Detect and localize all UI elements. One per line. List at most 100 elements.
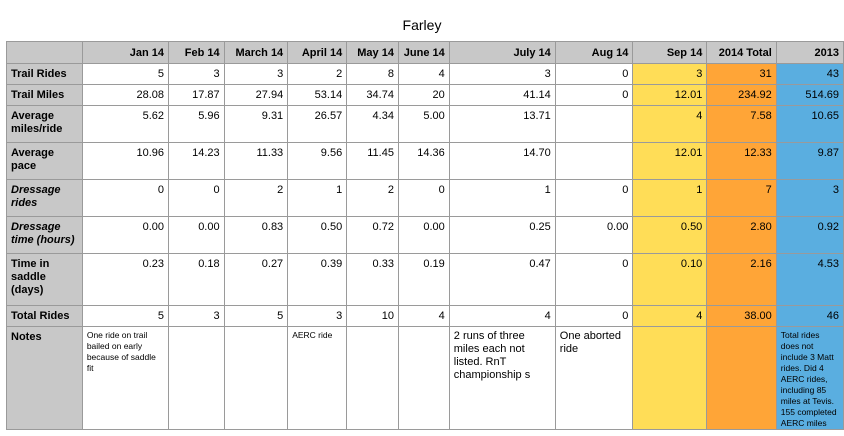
table-cell[interactable]: 0.33 [346,253,399,306]
table-cell[interactable]: 3 [448,63,556,85]
table-cell[interactable]: 46 [775,305,844,327]
table-cell[interactable]: 234.92 [706,84,777,106]
table-cell[interactable]: 0.00 [168,216,225,254]
table-cell[interactable]: 5.62 [81,105,170,143]
note-cell[interactable] [223,326,289,430]
table-cell[interactable]: 3 [168,305,225,327]
table-cell[interactable]: 0.50 [632,216,708,254]
note-cell[interactable]: Total rides does not include 3 Matt ride… [775,326,844,430]
table-cell[interactable] [554,142,634,180]
table-cell[interactable]: 14.23 [168,142,225,180]
table-cell[interactable]: 0.19 [397,253,450,306]
table-cell[interactable]: 7.58 [706,105,777,143]
header-march[interactable]: March 14 [223,41,289,64]
table-cell[interactable]: 4 [397,305,450,327]
table-cell[interactable]: 3 [168,63,225,85]
table-cell[interactable]: 4.53 [775,253,844,306]
table-cell[interactable]: 5 [223,305,289,327]
table-cell[interactable]: 14.36 [397,142,450,180]
table-cell[interactable]: 20 [397,84,450,106]
header-2013[interactable]: 2013 [775,41,844,64]
note-cell[interactable]: 2 runs of three miles each not listed. R… [448,326,556,430]
note-cell[interactable] [632,326,708,430]
table-cell[interactable]: 9.87 [775,142,844,180]
table-cell[interactable]: 26.57 [287,105,348,143]
table-cell[interactable]: 31 [706,63,777,85]
header-may[interactable]: May 14 [346,41,399,64]
table-cell[interactable]: 3 [632,63,708,85]
table-cell[interactable]: 0 [397,179,450,217]
table-cell[interactable]: 10 [346,305,399,327]
note-cell[interactable] [346,326,399,430]
table-cell[interactable]: 12.01 [632,142,708,180]
table-cell[interactable]: 0 [554,63,634,85]
table-cell[interactable]: 0 [168,179,225,217]
table-cell[interactable]: 12.01 [632,84,708,106]
table-cell[interactable]: 1 [632,179,708,217]
table-cell[interactable]: 38.00 [706,305,777,327]
table-cell[interactable]: 4 [632,105,708,143]
table-cell[interactable]: 0.39 [287,253,348,306]
header-june[interactable]: June 14 [397,41,450,64]
table-cell[interactable]: 13.71 [448,105,556,143]
table-cell[interactable]: 27.94 [223,84,289,106]
table-cell[interactable]: 2 [223,179,289,217]
table-cell[interactable]: 17.87 [168,84,225,106]
table-cell[interactable]: 0.00 [397,216,450,254]
table-cell[interactable]: 4.34 [346,105,399,143]
table-cell[interactable]: 0 [81,179,170,217]
table-cell[interactable]: 4 [397,63,450,85]
note-cell[interactable]: One aborted ride [554,326,634,430]
table-cell[interactable]: 9.31 [223,105,289,143]
note-cell[interactable]: One ride on trail bailed on early becaus… [81,326,170,430]
table-cell[interactable]: 3 [287,305,348,327]
table-cell[interactable]: 3 [223,63,289,85]
table-cell[interactable]: 41.14 [448,84,556,106]
header-july[interactable]: July 14 [448,41,556,64]
table-cell[interactable]: 1 [448,179,556,217]
table-cell[interactable]: 0.72 [346,216,399,254]
table-cell[interactable]: 0.27 [223,253,289,306]
table-cell[interactable]: 3 [775,179,844,217]
table-cell[interactable]: 8 [346,63,399,85]
table-cell[interactable]: 9.56 [287,142,348,180]
table-cell[interactable]: 4 [448,305,556,327]
header-aug[interactable]: Aug 14 [554,41,634,64]
table-cell[interactable]: 1 [287,179,348,217]
table-cell[interactable]: 0 [554,253,634,306]
table-cell[interactable]: 28.08 [81,84,170,106]
table-cell[interactable]: 0.23 [81,253,170,306]
table-cell[interactable]: 0.25 [448,216,556,254]
table-cell[interactable]: 5 [81,305,170,327]
table-cell[interactable]: 10.96 [81,142,170,180]
header-sep[interactable]: Sep 14 [632,41,708,64]
header-april[interactable]: April 14 [287,41,348,64]
table-cell[interactable]: 0.00 [554,216,634,254]
header-feb[interactable]: Feb 14 [168,41,225,64]
table-cell[interactable]: 12.33 [706,142,777,180]
table-cell[interactable]: 10.65 [775,105,844,143]
table-cell[interactable]: 5.00 [397,105,450,143]
table-cell[interactable]: 43 [775,63,844,85]
table-cell[interactable]: 0.47 [448,253,556,306]
table-cell[interactable]: 0.50 [287,216,348,254]
table-cell[interactable]: 0 [554,84,634,106]
table-cell[interactable]: 0.00 [81,216,170,254]
table-cell[interactable]: 0.83 [223,216,289,254]
table-cell[interactable]: 0.18 [168,253,225,306]
table-cell[interactable]: 34.74 [346,84,399,106]
table-cell[interactable]: 7 [706,179,777,217]
table-cell[interactable]: 14.70 [448,142,556,180]
table-cell[interactable]: 0.92 [775,216,844,254]
table-cell[interactable]: 514.69 [775,84,844,106]
table-cell[interactable]: 11.45 [346,142,399,180]
table-cell[interactable] [554,105,634,143]
header-jan[interactable]: Jan 14 [81,41,170,64]
table-cell[interactable]: 0 [554,305,634,327]
table-cell[interactable]: 4 [632,305,708,327]
table-cell[interactable]: 11.33 [223,142,289,180]
table-cell[interactable]: 53.14 [287,84,348,106]
table-cell[interactable]: 5.96 [168,105,225,143]
note-cell[interactable] [168,326,225,430]
table-cell[interactable]: 0.10 [632,253,708,306]
